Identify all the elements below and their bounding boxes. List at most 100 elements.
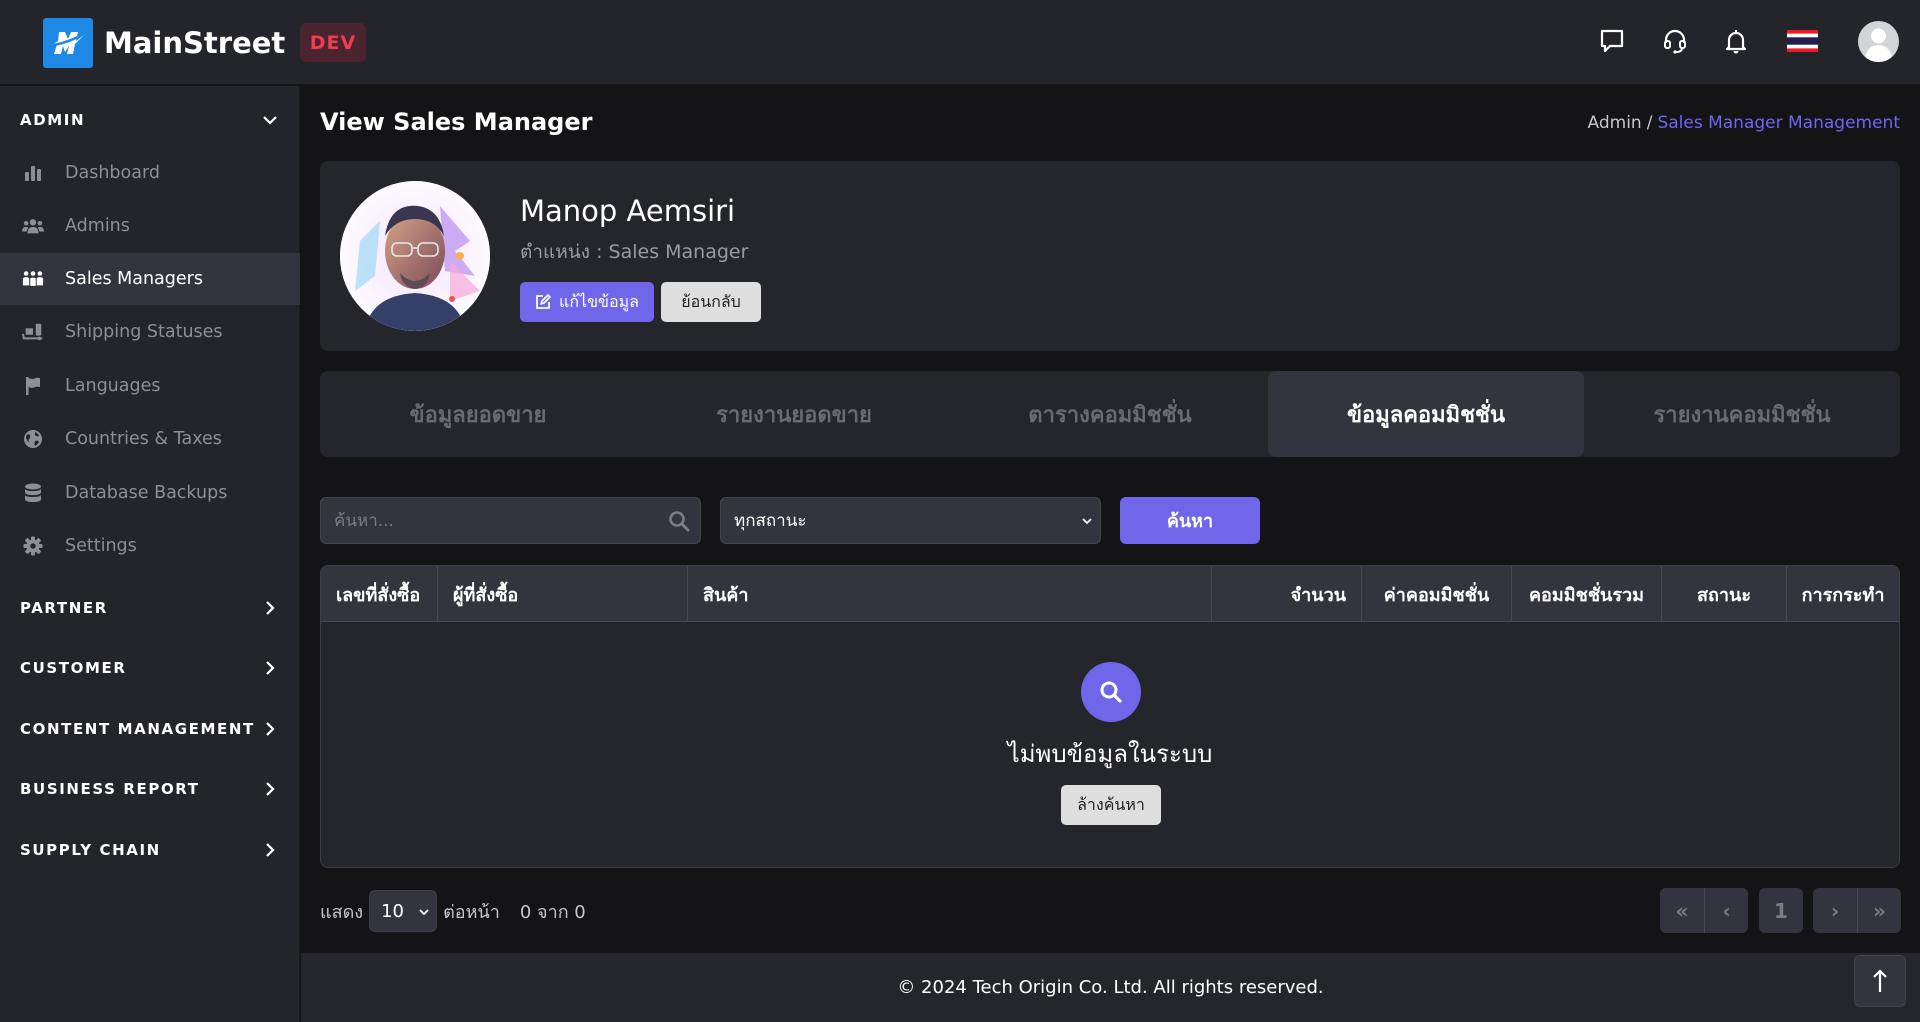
user-avatar[interactable] [1858, 21, 1899, 62]
chevron-right-icon [266, 782, 275, 796]
headset-support-icon[interactable] [1660, 26, 1690, 56]
globe-icon [22, 429, 44, 449]
sidebar-section-supply-chain[interactable]: SUPPLY CHAIN [0, 830, 300, 870]
sidebar-item-label: Settings [65, 536, 137, 556]
sidebar-section-admin[interactable]: ADMIN [0, 100, 300, 140]
profile-name: Manop Aemsiri [520, 194, 736, 228]
search-field [320, 497, 701, 544]
empty-search-icon [1081, 662, 1141, 722]
edit-profile-label: แก้ไขข้อมูล [559, 291, 639, 311]
page-size-select[interactable]: 10 [369, 890, 438, 932]
sidebar-item-sales-managers[interactable]: Sales Managers [0, 253, 300, 305]
top-navbar: MainStreet DEV [0, 0, 1920, 85]
empty-message: ไม่พบข้อมูลในระบบ [1007, 740, 1213, 768]
record-range: 0 จาก 0 [519, 901, 586, 923]
breadcrumb-current[interactable]: Sales Manager Management [1657, 113, 1900, 133]
chevron-right-icon [266, 843, 275, 857]
bell-icon[interactable] [1721, 26, 1751, 56]
page-title: View Sales Manager [320, 108, 593, 136]
status-filter-value: ทุกสถานะ [734, 511, 807, 531]
tab-commission-table[interactable]: ตารางคอมมิชชั่น [952, 371, 1268, 457]
page-size-value: 10 [381, 900, 404, 922]
sidebar: ADMIN Dashboard Admins Sales Managers Sh… [0, 86, 300, 1022]
pager-next-group: › » [1813, 888, 1901, 933]
table-header: เลขที่สั่งซื้อ ผู้ที่สั่งซื้อ สินค้า จำน… [321, 566, 1899, 622]
profile-card: Manop Aemsiri ตำแหน่ง : Sales Manager แก… [320, 161, 1900, 351]
back-to-top-button[interactable] [1854, 955, 1906, 1007]
column-header-status[interactable]: สถานะ [1662, 566, 1787, 622]
chevron-right-icon [266, 601, 275, 615]
prev-page-button[interactable]: ‹ [1704, 888, 1748, 933]
tab-sales-report[interactable]: รายงานยอดขาย [636, 371, 952, 457]
status-filter-select[interactable]: ทุกสถานะ [720, 497, 1101, 544]
section-label: ADMIN [20, 111, 86, 129]
footer: © 2024 Tech Origin Co. Ltd. All rights r… [301, 953, 1920, 1022]
sidebar-item-database-backups[interactable]: Database Backups [0, 467, 300, 519]
edit-icon [536, 294, 551, 309]
sidebar-section-business-report[interactable]: BUSINESS REPORT [0, 769, 300, 809]
chevron-right-icon [266, 722, 275, 736]
sidebar-item-dashboard[interactable]: Dashboard [0, 147, 300, 199]
chevron-right-icon [266, 661, 275, 675]
pager-prev-group: « ‹ [1660, 888, 1748, 933]
column-header-total-commission[interactable]: คอมมิชชั่นรวม [1512, 566, 1662, 622]
sidebar-item-shipping-statuses[interactable]: Shipping Statuses [0, 306, 300, 358]
bar-chart-icon [22, 163, 44, 183]
env-badge: DEV [300, 23, 366, 62]
back-button[interactable]: ย้อนกลับ [661, 282, 761, 322]
section-label: CUSTOMER [20, 659, 127, 677]
column-header-actions: การกระทำ [1801, 584, 1885, 606]
sidebar-item-countries-taxes[interactable]: Countries & Taxes [0, 413, 300, 465]
sidebar-item-label: Shipping Statuses [65, 322, 223, 342]
brand-logo-icon [43, 18, 93, 68]
column-header-quantity[interactable]: จำนวน [1212, 566, 1362, 622]
tab-bar: ข้อมูลยอดขาย รายงานยอดขาย ตารางคอมมิชชั่… [320, 371, 1900, 457]
column-header-order-no[interactable]: เลขที่สั่งซื้อ [321, 566, 438, 622]
profile-role: ตำแหน่ง : Sales Manager [520, 241, 749, 263]
flag-icon [22, 376, 44, 396]
page-number-button[interactable]: 1 [1759, 888, 1803, 933]
sidebar-item-label: Dashboard [65, 163, 160, 183]
column-header-product[interactable]: สินค้า [688, 566, 1212, 622]
next-page-button[interactable]: › [1813, 888, 1857, 933]
sidebar-section-customer[interactable]: CUSTOMER [0, 648, 300, 688]
breadcrumb-root[interactable]: Admin [1588, 113, 1642, 133]
brand[interactable]: MainStreet [43, 18, 285, 68]
last-page-button[interactable]: » [1857, 888, 1901, 933]
arrow-up-icon [1873, 969, 1887, 992]
column-header-buyer[interactable]: ผู้ที่สั่งซื้อ [438, 566, 688, 622]
brand-name: MainStreet [104, 26, 286, 60]
first-page-button[interactable]: « [1660, 888, 1704, 933]
tab-commission-report[interactable]: รายงานคอมมิชชั่น [1584, 371, 1900, 457]
tab-sales-info[interactable]: ข้อมูลยอดขาย [320, 371, 636, 457]
commission-table: เลขที่สั่งซื้อ ผู้ที่สั่งซื้อ สินค้า จำน… [320, 565, 1900, 868]
chat-icon[interactable] [1597, 26, 1627, 56]
thai-flag-icon[interactable] [1786, 26, 1818, 56]
search-input[interactable] [321, 498, 700, 543]
page-size-control: แสดง 10 ต่อหน้า 0 จาก 0 [320, 890, 586, 932]
empty-state: ไม่พบข้อมูลในระบบ ล้างค้นหา [321, 622, 1899, 867]
chevron-down-icon [419, 909, 429, 916]
sidebar-item-admins[interactable]: Admins [0, 200, 300, 252]
sidebar-item-label: Countries & Taxes [65, 429, 222, 449]
gear-icon [22, 536, 44, 556]
pager-current-group: 1 [1759, 888, 1803, 933]
search-button[interactable]: ค้นหา [1120, 497, 1260, 544]
tab-commission-info[interactable]: ข้อมูลคอมมิชชั่น [1268, 371, 1584, 457]
clear-search-button[interactable]: ล้างค้นหา [1061, 785, 1161, 825]
sidebar-section-content-management[interactable]: CONTENT MANAGEMENT [0, 709, 300, 749]
sidebar-item-label: Languages [65, 376, 161, 396]
sidebar-section-partner[interactable]: PARTNER [0, 588, 300, 628]
profile-photo [340, 181, 490, 331]
edit-profile-button[interactable]: แก้ไขข้อมูล [520, 282, 654, 322]
sidebar-item-label: Database Backups [65, 483, 228, 503]
people-group-icon [22, 269, 44, 289]
sidebar-item-languages[interactable]: Languages [0, 360, 300, 412]
search-icon[interactable] [668, 510, 690, 532]
section-label: BUSINESS REPORT [20, 780, 200, 798]
column-header-commission-rate[interactable]: ค่าคอมมิชชั่น [1362, 566, 1512, 622]
chevron-down-icon [263, 116, 277, 125]
dolly-icon [22, 322, 44, 342]
breadcrumb-separator: / [1646, 113, 1653, 133]
sidebar-item-settings[interactable]: Settings [0, 520, 300, 572]
